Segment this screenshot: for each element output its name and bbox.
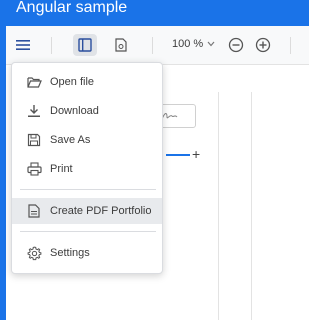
menu-item-open-file[interactable]: Open file <box>12 69 162 95</box>
toggle-panel-button[interactable] <box>73 34 97 56</box>
menu-item-label: Download <box>50 105 99 117</box>
panel-icon <box>78 38 92 52</box>
zoom-select[interactable]: 100 % <box>172 38 215 50</box>
file-text-icon <box>26 203 42 219</box>
file-button[interactable] <box>110 34 132 56</box>
menu-button[interactable] <box>12 34 34 56</box>
print-icon <box>26 161 42 177</box>
page-edge <box>251 92 252 320</box>
file-menu: Open file Download Save As Print Create … <box>11 62 163 274</box>
menu-item-settings[interactable]: Settings <box>12 240 162 266</box>
folder-open-icon <box>26 74 42 90</box>
add-icon[interactable]: + <box>192 146 200 162</box>
menu-item-print[interactable]: Print <box>12 156 162 182</box>
menu-item-label: Save As <box>50 134 91 146</box>
menu-item-label: Open file <box>50 76 95 88</box>
toolbar-divider <box>290 37 291 54</box>
menu-item-download[interactable]: Download <box>12 98 162 124</box>
zoom-in-button[interactable] <box>253 35 273 55</box>
menu-item-label: Settings <box>50 247 90 259</box>
menu-divider <box>20 231 156 232</box>
chevron-down-icon <box>207 41 215 47</box>
toolbar-divider <box>152 37 153 54</box>
page-edge <box>218 92 219 320</box>
save-icon <box>26 132 42 148</box>
toolbar: 100 % <box>6 26 309 65</box>
menu-divider <box>20 189 156 190</box>
toolbar-divider <box>51 37 52 54</box>
menu-item-label: Create PDF Portfolio <box>50 205 152 217</box>
menu-item-create-pdf-portfolio[interactable]: Create PDF Portfolio <box>12 198 162 224</box>
zoom-out-icon <box>228 37 244 53</box>
zoom-out-button[interactable] <box>226 35 246 55</box>
zoom-in-icon <box>255 37 271 53</box>
active-indicator <box>166 154 190 156</box>
zoom-value: 100 % <box>172 38 204 50</box>
download-icon <box>26 103 42 119</box>
menu-item-save-as[interactable]: Save As <box>12 127 162 153</box>
app-title: Angular sample <box>16 0 128 16</box>
signature-icon <box>161 113 178 120</box>
menu-item-label: Print <box>50 163 73 175</box>
file-icon <box>115 38 127 52</box>
app-titlebar: Angular sample <box>0 0 309 26</box>
menu-icon <box>16 40 30 50</box>
gear-icon <box>26 245 42 261</box>
